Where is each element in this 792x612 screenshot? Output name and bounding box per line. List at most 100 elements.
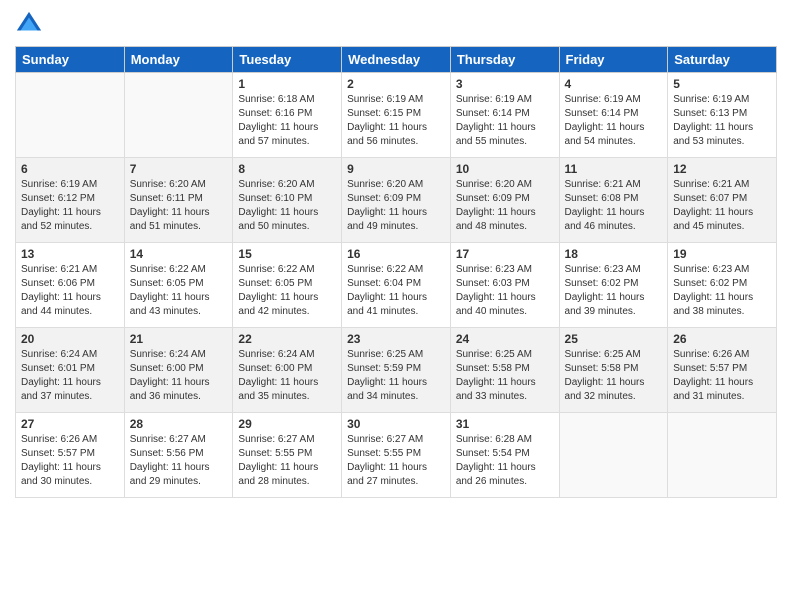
day-number: 2 — [347, 77, 445, 91]
day-number: 16 — [347, 247, 445, 261]
calendar-cell — [559, 413, 668, 498]
calendar-cell: 24 Sunrise: 6:25 AM Sunset: 5:58 PM Dayli… — [450, 328, 559, 413]
day-info: Sunrise: 6:21 AM Sunset: 6:07 PM Dayligh… — [673, 178, 771, 234]
day-number: 15 — [238, 247, 336, 261]
logo-icon — [15, 10, 43, 38]
calendar-cell: 13 Sunrise: 6:21 AM Sunset: 6:06 PM Dayli… — [16, 243, 125, 328]
calendar-cell: 6Sunrise: 6:19 AM Sunset: 6:12 PM Daylig… — [16, 158, 125, 243]
calendar-cell: 28 Sunrise: 6:27 AM Sunset: 5:56 PM Dayli… — [124, 413, 233, 498]
col-thursday: Thursday — [450, 47, 559, 73]
day-info: Sunrise: 6:20 AM Sunset: 6:09 PM Dayligh… — [456, 178, 554, 234]
day-number: 24 — [456, 332, 554, 346]
day-number: 27 — [21, 417, 119, 431]
day-info: Sunrise: 6:19 AM Sunset: 6:14 PM Dayligh… — [565, 93, 663, 149]
day-number: 3 — [456, 77, 554, 91]
day-info: Sunrise: 6:21 AM Sunset: 6:06 PM Dayligh… — [21, 263, 119, 319]
day-number: 11 — [565, 162, 663, 176]
col-sunday: Sunday — [16, 47, 125, 73]
calendar-cell: 7 Sunrise: 6:20 AM Sunset: 6:11 PM Daylig… — [124, 158, 233, 243]
calendar-cell: 18Sunrise: 6:23 AM Sunset: 6:02 PM Dayli… — [559, 243, 668, 328]
calendar-header-row: Sunday Monday Tuesday Wednesday Thursday… — [16, 47, 777, 73]
calendar-cell — [16, 73, 125, 158]
day-info: Sunrise: 6:25 AM Sunset: 5:58 PM Dayligh… — [565, 348, 663, 404]
day-info: Sunrise: 6:24 AM Sunset: 6:00 PM Dayligh… — [130, 348, 228, 404]
day-info: Sunrise: 6:22 AM Sunset: 6:05 PM Dayligh… — [130, 263, 228, 319]
day-info: Sunrise: 6:20 AM Sunset: 6:09 PM Dayligh… — [347, 178, 445, 234]
day-info: Sunrise: 6:24 AM Sunset: 6:01 PM Dayligh… — [21, 348, 119, 404]
day-info: Sunrise: 6:18 AM Sunset: 6:16 PM Dayligh… — [238, 93, 336, 149]
calendar-week-3: 13 Sunrise: 6:21 AM Sunset: 6:06 PM Dayli… — [16, 243, 777, 328]
calendar-cell: 27 Sunrise: 6:26 AM Sunset: 5:57 PM Dayli… — [16, 413, 125, 498]
day-number: 30 — [347, 417, 445, 431]
calendar-cell: 2 Sunrise: 6:19 AM Sunset: 6:15 PM Daylig… — [342, 73, 451, 158]
day-info: Sunrise: 6:22 AM Sunset: 6:05 PM Dayligh… — [238, 263, 336, 319]
calendar-week-1: 1 Sunrise: 6:18 AM Sunset: 6:16 PM Daylig… — [16, 73, 777, 158]
day-info: Sunrise: 6:20 AM Sunset: 6:11 PM Dayligh… — [130, 178, 228, 234]
calendar-cell — [124, 73, 233, 158]
day-number: 29 — [238, 417, 336, 431]
col-monday: Monday — [124, 47, 233, 73]
calendar-cell: 17 Sunrise: 6:23 AM Sunset: 6:03 PM Dayli… — [450, 243, 559, 328]
calendar-cell: 16Sunrise: 6:22 AM Sunset: 6:04 PM Dayli… — [342, 243, 451, 328]
day-info: Sunrise: 6:19 AM Sunset: 6:15 PM Dayligh… — [347, 93, 445, 149]
col-tuesday: Tuesday — [233, 47, 342, 73]
logo — [15, 10, 47, 38]
day-number: 12 — [673, 162, 771, 176]
day-number: 19 — [673, 247, 771, 261]
col-friday: Friday — [559, 47, 668, 73]
day-number: 14 — [130, 247, 228, 261]
day-number: 23 — [347, 332, 445, 346]
calendar-cell: 10 Sunrise: 6:20 AM Sunset: 6:09 PM Dayli… — [450, 158, 559, 243]
calendar-week-5: 27 Sunrise: 6:26 AM Sunset: 5:57 PM Dayli… — [16, 413, 777, 498]
day-number: 31 — [456, 417, 554, 431]
day-info: Sunrise: 6:24 AM Sunset: 6:00 PM Dayligh… — [238, 348, 336, 404]
day-info: Sunrise: 6:27 AM Sunset: 5:56 PM Dayligh… — [130, 433, 228, 489]
calendar-cell: 29 Sunrise: 6:27 AM Sunset: 5:55 PM Dayli… — [233, 413, 342, 498]
day-info: Sunrise: 6:19 AM Sunset: 6:12 PM Dayligh… — [21, 178, 119, 234]
day-number: 8 — [238, 162, 336, 176]
calendar-cell: 22Sunrise: 6:24 AM Sunset: 6:00 PM Dayli… — [233, 328, 342, 413]
calendar-cell: 31 Sunrise: 6:28 AM Sunset: 5:54 PM Dayli… — [450, 413, 559, 498]
day-info: Sunrise: 6:25 AM Sunset: 5:58 PM Dayligh… — [456, 348, 554, 404]
calendar-week-2: 6Sunrise: 6:19 AM Sunset: 6:12 PM Daylig… — [16, 158, 777, 243]
day-info: Sunrise: 6:27 AM Sunset: 5:55 PM Dayligh… — [347, 433, 445, 489]
day-info: Sunrise: 6:26 AM Sunset: 5:57 PM Dayligh… — [21, 433, 119, 489]
calendar-cell: 15 Sunrise: 6:22 AM Sunset: 6:05 PM Dayli… — [233, 243, 342, 328]
calendar-cell: 11 Sunrise: 6:21 AM Sunset: 6:08 PM Dayli… — [559, 158, 668, 243]
day-info: Sunrise: 6:27 AM Sunset: 5:55 PM Dayligh… — [238, 433, 336, 489]
calendar-cell: 9 Sunrise: 6:20 AM Sunset: 6:09 PM Daylig… — [342, 158, 451, 243]
day-number: 7 — [130, 162, 228, 176]
day-info: Sunrise: 6:23 AM Sunset: 6:03 PM Dayligh… — [456, 263, 554, 319]
day-number: 13 — [21, 247, 119, 261]
day-number: 17 — [456, 247, 554, 261]
day-info: Sunrise: 6:25 AM Sunset: 5:59 PM Dayligh… — [347, 348, 445, 404]
day-info: Sunrise: 6:26 AM Sunset: 5:57 PM Dayligh… — [673, 348, 771, 404]
day-number: 9 — [347, 162, 445, 176]
calendar-cell: 21Sunrise: 6:24 AM Sunset: 6:00 PM Dayli… — [124, 328, 233, 413]
calendar-cell: 23 Sunrise: 6:25 AM Sunset: 5:59 PM Dayli… — [342, 328, 451, 413]
day-number: 25 — [565, 332, 663, 346]
day-info: Sunrise: 6:28 AM Sunset: 5:54 PM Dayligh… — [456, 433, 554, 489]
day-info: Sunrise: 6:23 AM Sunset: 6:02 PM Dayligh… — [565, 263, 663, 319]
calendar-cell: 19Sunrise: 6:23 AM Sunset: 6:02 PM Dayli… — [668, 243, 777, 328]
day-info: Sunrise: 6:21 AM Sunset: 6:08 PM Dayligh… — [565, 178, 663, 234]
calendar: Sunday Monday Tuesday Wednesday Thursday… — [15, 46, 777, 498]
day-number: 26 — [673, 332, 771, 346]
calendar-cell: 5Sunrise: 6:19 AM Sunset: 6:13 PM Daylig… — [668, 73, 777, 158]
header — [15, 10, 777, 38]
calendar-cell: 25 Sunrise: 6:25 AM Sunset: 5:58 PM Dayli… — [559, 328, 668, 413]
calendar-cell: 12 Sunrise: 6:21 AM Sunset: 6:07 PM Dayli… — [668, 158, 777, 243]
day-number: 28 — [130, 417, 228, 431]
calendar-cell: 1 Sunrise: 6:18 AM Sunset: 6:16 PM Daylig… — [233, 73, 342, 158]
page: Sunday Monday Tuesday Wednesday Thursday… — [0, 0, 792, 612]
day-info: Sunrise: 6:20 AM Sunset: 6:10 PM Dayligh… — [238, 178, 336, 234]
calendar-cell: 26 Sunrise: 6:26 AM Sunset: 5:57 PM Dayli… — [668, 328, 777, 413]
day-number: 10 — [456, 162, 554, 176]
day-number: 5 — [673, 77, 771, 91]
calendar-cell — [668, 413, 777, 498]
calendar-week-4: 20 Sunrise: 6:24 AM Sunset: 6:01 PM Dayli… — [16, 328, 777, 413]
day-number: 20 — [21, 332, 119, 346]
day-number: 1 — [238, 77, 336, 91]
col-saturday: Saturday — [668, 47, 777, 73]
day-info: Sunrise: 6:19 AM Sunset: 6:14 PM Dayligh… — [456, 93, 554, 149]
